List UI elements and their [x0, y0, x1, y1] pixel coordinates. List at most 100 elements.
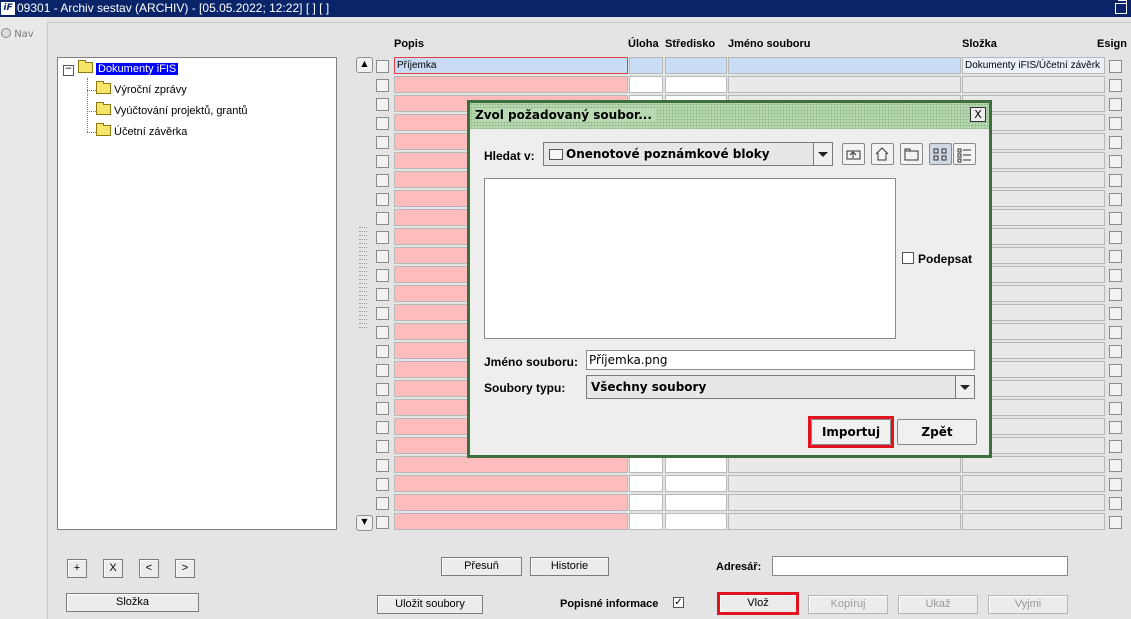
jmeno-souboru-input[interactable]: Příjemka.png [586, 350, 975, 370]
zpet-button[interactable]: Zpět [897, 419, 977, 445]
tree-item-ucetni-zaverka[interactable]: Účetní závěrka [96, 123, 187, 140]
row-checkbox[interactable] [376, 421, 389, 434]
delete-button[interactable]: X [103, 559, 123, 578]
tree-item-vyuctovani[interactable]: Vyúčtování projektů, grantů [96, 102, 248, 119]
row-checkbox[interactable] [376, 269, 389, 282]
kopiruj-button[interactable]: Kopíruj [808, 595, 888, 614]
cell-popis[interactable]: Příjemka [394, 57, 628, 74]
grid-scrollbar[interactable]: ▲ ▼ [356, 57, 373, 531]
row-checkbox[interactable] [376, 326, 389, 339]
presun-button[interactable]: Přesuň [441, 557, 522, 576]
esign-checkbox[interactable] [1109, 60, 1122, 73]
add-button[interactable]: + [67, 559, 87, 578]
row-checkbox[interactable] [376, 117, 389, 130]
esign-checkbox[interactable] [1109, 326, 1122, 339]
row-checkbox[interactable] [376, 383, 389, 396]
cell-slozka[interactable] [962, 475, 1105, 492]
esign-checkbox[interactable] [1109, 269, 1122, 282]
cell-popis[interactable] [394, 475, 628, 492]
cell-slozka[interactable]: Dokumenty iFIS/Účetní závěrk [962, 57, 1105, 74]
esign-checkbox[interactable] [1109, 478, 1122, 491]
row-checkbox[interactable] [376, 79, 389, 92]
cell-stredisko[interactable] [665, 494, 727, 511]
row-checkbox[interactable] [376, 345, 389, 358]
tree-item-vyrocni-zpravy[interactable]: Výroční zprávy [96, 81, 187, 98]
row-checkbox[interactable] [376, 136, 389, 149]
cell-jmeno-souboru[interactable] [728, 456, 961, 473]
esign-checkbox[interactable] [1109, 212, 1122, 225]
cell-uloha[interactable] [629, 57, 663, 74]
row-checkbox[interactable] [376, 459, 389, 472]
cell-slozka[interactable] [962, 76, 1105, 93]
esign-checkbox[interactable] [1109, 516, 1122, 529]
restore-window-icon[interactable] [1115, 0, 1127, 14]
row-checkbox[interactable] [376, 250, 389, 263]
ulozit-soubory-button[interactable]: Uložit soubory [377, 595, 483, 614]
row-checkbox[interactable] [376, 155, 389, 168]
cell-popis[interactable] [394, 513, 628, 530]
row-checkbox[interactable] [376, 478, 389, 491]
esign-checkbox[interactable] [1109, 402, 1122, 415]
list-view-icon[interactable] [929, 143, 952, 165]
esign-checkbox[interactable] [1109, 307, 1122, 320]
esign-checkbox[interactable] [1109, 193, 1122, 206]
cell-uloha[interactable] [629, 475, 663, 492]
row-checkbox[interactable] [376, 402, 389, 415]
esign-checkbox[interactable] [1109, 250, 1122, 263]
next-button[interactable]: > [175, 559, 195, 578]
esign-checkbox[interactable] [1109, 345, 1122, 358]
file-list[interactable] [484, 178, 896, 339]
home-icon[interactable] [871, 143, 894, 165]
row-checkbox[interactable] [376, 174, 389, 187]
row-checkbox[interactable] [376, 212, 389, 225]
cell-uloha[interactable] [629, 76, 663, 93]
esign-checkbox[interactable] [1109, 459, 1122, 472]
cell-uloha[interactable] [629, 513, 663, 530]
esign-checkbox[interactable] [1109, 497, 1122, 510]
esign-checkbox[interactable] [1109, 155, 1122, 168]
slozka-button[interactable]: Složka [66, 593, 199, 612]
cell-popis[interactable] [394, 494, 628, 511]
row-checkbox[interactable] [376, 440, 389, 453]
esign-checkbox[interactable] [1109, 364, 1122, 377]
cell-stredisko[interactable] [665, 513, 727, 530]
details-view-icon[interactable] [953, 143, 976, 165]
cell-stredisko[interactable] [665, 76, 727, 93]
cell-stredisko[interactable] [665, 57, 727, 74]
close-icon[interactable]: X [970, 107, 986, 122]
prev-button[interactable]: < [139, 559, 159, 578]
soubory-typu-select[interactable]: Všechny soubory [586, 375, 975, 399]
row-checkbox[interactable] [376, 497, 389, 510]
cell-stredisko[interactable] [665, 456, 727, 473]
hledat-select[interactable]: Onenotové poznámkové bloky [543, 142, 833, 166]
row-checkbox[interactable] [376, 288, 389, 301]
esign-checkbox[interactable] [1109, 231, 1122, 244]
new-folder-icon[interactable] [900, 143, 923, 165]
esign-checkbox[interactable] [1109, 98, 1122, 111]
cell-stredisko[interactable] [665, 475, 727, 492]
row-checkbox[interactable] [376, 193, 389, 206]
historie-button[interactable]: Historie [530, 557, 609, 576]
cell-uloha[interactable] [629, 456, 663, 473]
cell-popis[interactable] [394, 76, 628, 93]
up-one-level-icon[interactable] [842, 143, 865, 165]
cell-slozka[interactable] [962, 513, 1105, 530]
cell-jmeno-souboru[interactable] [728, 76, 961, 93]
vyjmi-button[interactable]: Vyjmi [988, 595, 1068, 614]
folder-tree[interactable]: − Dokumenty iFIS Výroční zprávy Vyúčtová… [57, 57, 337, 530]
row-checkbox[interactable] [376, 307, 389, 320]
cell-popis[interactable] [394, 456, 628, 473]
cell-slozka[interactable] [962, 456, 1105, 473]
esign-checkbox[interactable] [1109, 174, 1122, 187]
esign-checkbox[interactable] [1109, 136, 1122, 149]
adresar-input[interactable] [772, 556, 1068, 576]
cell-jmeno-souboru[interactable] [728, 57, 961, 74]
cell-slozka[interactable] [962, 494, 1105, 511]
scroll-down-icon[interactable]: ▼ [356, 515, 373, 531]
collapse-icon[interactable]: − [63, 65, 74, 76]
esign-checkbox[interactable] [1109, 117, 1122, 130]
cell-uloha[interactable] [629, 494, 663, 511]
podepsat-checkbox[interactable] [902, 252, 914, 264]
nav-toggle[interactable]: Nav [1, 28, 34, 40]
scroll-up-icon[interactable]: ▲ [356, 57, 373, 73]
